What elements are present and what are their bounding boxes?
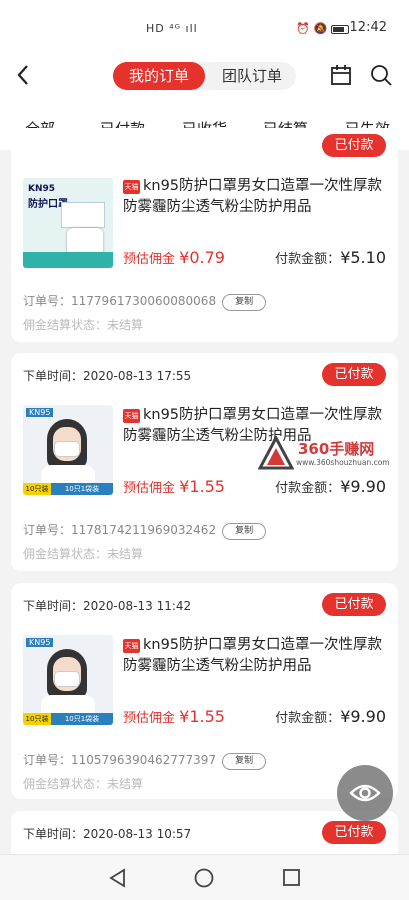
product-title: 天猫 kn95防护口罩男女口造罩一次性厚款防雾霾防尘透气粉尘防护用品 bbox=[123, 178, 383, 215]
pack-label: 10只装 bbox=[23, 483, 51, 495]
tmall-icon: 天猫 bbox=[123, 180, 140, 194]
clock: 12:42 bbox=[349, 20, 387, 35]
order-number: 订单号：1177961730060080068 复制 bbox=[23, 292, 267, 311]
product-image: KN95 防护口罩 bbox=[23, 178, 113, 268]
watermark-triangle-icon bbox=[258, 436, 294, 470]
network-status: HD ⁴ᴳ ıll bbox=[146, 22, 198, 35]
status-badge: 已付款 bbox=[322, 593, 386, 616]
order-number: 订单号：1178174211969032462 复制 bbox=[23, 521, 267, 540]
order-type-switch: 我的订单 团队订单 bbox=[113, 62, 296, 90]
status-badge: 已付款 bbox=[322, 821, 386, 844]
status-badge: 已付款 bbox=[322, 363, 386, 386]
product-title: 天猫 kn95防护口罩男女口造罩一次性厚款防雾霾防尘透气粉尘防护用品 bbox=[123, 637, 383, 674]
product-banner bbox=[23, 252, 113, 268]
status-badge: 已付款 bbox=[322, 134, 386, 157]
tmall-icon: 天猫 bbox=[123, 409, 140, 423]
calendar-icon[interactable] bbox=[330, 64, 352, 86]
payment-amount: 付款金额：¥9.90 bbox=[275, 477, 386, 496]
settlement-status: 佣金结算状态：未结算 bbox=[23, 318, 144, 332]
settlement-status: 佣金结算状态：未结算 bbox=[23, 547, 144, 561]
nav-back-icon[interactable] bbox=[109, 868, 125, 888]
app-header: 我的订单 团队订单 bbox=[0, 48, 409, 104]
product-box bbox=[61, 202, 105, 228]
back-arrow-icon[interactable] bbox=[14, 62, 34, 88]
tab-team-orders[interactable]: 团队订单 bbox=[211, 62, 293, 90]
copy-button[interactable]: 复制 bbox=[222, 753, 267, 770]
tab-my-orders[interactable]: 我的订单 bbox=[113, 62, 205, 90]
tmall-icon: 天猫 bbox=[123, 639, 140, 653]
mask-shape bbox=[54, 441, 80, 457]
nav-home-icon[interactable] bbox=[194, 868, 214, 888]
system-nav-bar bbox=[0, 854, 409, 900]
kn95-label: KN95 bbox=[28, 184, 56, 194]
order-time: 下单时间：2020-08-13 11:42 bbox=[23, 599, 192, 613]
product-image: KN95 10只装 10只1袋装 bbox=[23, 405, 113, 495]
mask-shape bbox=[54, 671, 80, 687]
order-time: 下单时间：2020-08-13 17:55 bbox=[23, 369, 192, 383]
payment-amount: 付款金额：¥5.10 bbox=[275, 248, 386, 267]
copy-button[interactable]: 复制 bbox=[222, 294, 267, 311]
kn95-label: KN95 bbox=[26, 638, 54, 647]
order-time: 下单时间：2020-08-13 10:57 bbox=[23, 827, 192, 841]
bag-label: 10只1袋装 bbox=[51, 483, 113, 495]
order-card[interactable]: 已付款 KN95 防护口罩 天猫 kn95防护口罩男女口造罩一次性厚款防雾霾防尘透… bbox=[11, 128, 398, 342]
system-icons: ⏰🔕 bbox=[296, 22, 355, 35]
kn95-label: KN95 bbox=[26, 408, 54, 417]
copy-button[interactable]: 复制 bbox=[222, 523, 267, 540]
bag-label: 10只1袋装 bbox=[51, 713, 113, 725]
payment-amount: 付款金额：¥9.90 bbox=[275, 707, 386, 726]
estimated-commission: 预估佣金 ¥1.55 bbox=[123, 477, 225, 496]
estimated-commission: 预估佣金 ¥0.79 bbox=[123, 248, 225, 267]
settlement-status: 佣金结算状态：未结算 bbox=[23, 777, 144, 791]
pack-label: 10只装 bbox=[23, 713, 51, 725]
battery-icon bbox=[331, 24, 350, 34]
estimated-commission: 预估佣金 ¥1.55 bbox=[123, 707, 225, 726]
nav-recents-icon[interactable] bbox=[283, 869, 300, 886]
search-icon[interactable] bbox=[370, 64, 392, 86]
watermark-logo: 360手赚网 www.360shouzhuan.com bbox=[258, 434, 398, 474]
eye-float-button[interactable] bbox=[337, 765, 393, 821]
eye-icon bbox=[349, 784, 381, 802]
order-number: 订单号：1105796390462777397 复制 bbox=[23, 751, 267, 770]
product-image: KN95 10只装 10只1袋装 bbox=[23, 635, 113, 725]
